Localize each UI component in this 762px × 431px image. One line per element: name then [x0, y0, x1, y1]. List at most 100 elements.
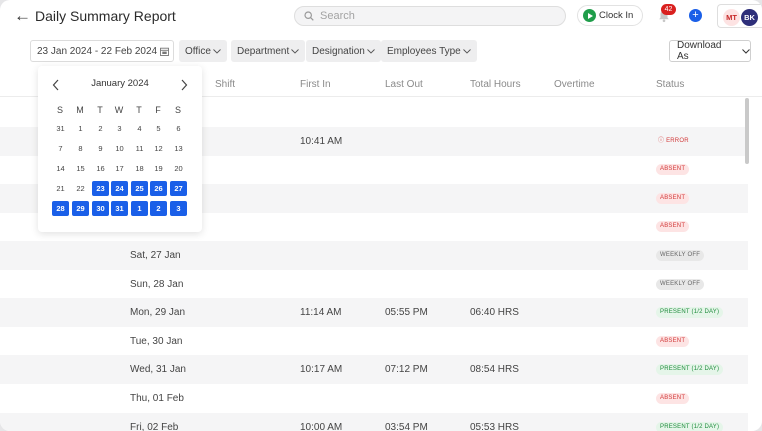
- chevron-down-icon: [366, 48, 375, 54]
- row-date: Sun, 28 Jan: [130, 278, 184, 290]
- calendar-day[interactable]: 29: [72, 201, 89, 216]
- calendar-day[interactable]: 7: [52, 141, 69, 156]
- chevron-down-icon: [213, 48, 221, 54]
- column-header-overtime[interactable]: Overtime: [554, 79, 595, 90]
- calendar-day[interactable]: 1: [72, 121, 89, 136]
- department-filter[interactable]: Department: [231, 40, 306, 62]
- calendar-day[interactable]: 14: [52, 161, 69, 176]
- avatar[interactable]: MT: [723, 9, 740, 26]
- weekday-label: T: [97, 105, 103, 115]
- row-total-hours: 06:40 HRS: [470, 307, 519, 319]
- row-first-in: 10:17 AM: [300, 364, 343, 376]
- calendar-day[interactable]: 2: [92, 121, 109, 136]
- calendar-day[interactable]: 27: [170, 181, 187, 196]
- status-badge: ABSENT: [656, 393, 690, 404]
- calendar-day[interactable]: 17: [111, 161, 128, 176]
- office-filter[interactable]: Office: [179, 40, 227, 62]
- date-range-picker[interactable]: 23 Jan 2024 - 22 Feb 2024: [30, 40, 174, 62]
- calendar-day[interactable]: 1: [131, 201, 148, 216]
- table-row[interactable]: Wed, 31 Jan 10:17 AM 07:12 PM 08:54 HRS PRES…: [0, 355, 748, 385]
- calendar-day[interactable]: 12: [150, 141, 167, 156]
- calendar-day[interactable]: 16: [92, 161, 109, 176]
- back-arrow-icon[interactable]: ←: [14, 6, 31, 26]
- clock-in-button[interactable]: Clock In: [577, 5, 643, 26]
- weekday-label: T: [136, 105, 142, 115]
- search-input[interactable]: [320, 10, 550, 22]
- calendar-icon: [160, 47, 170, 56]
- table-row[interactable]: Sun, 28 Jan WEEKLY OFF: [0, 270, 748, 299]
- column-header-total-hours[interactable]: Total Hours: [470, 79, 521, 90]
- calendar-day[interactable]: 15: [72, 161, 89, 176]
- table-row[interactable]: Tue, 30 Jan ABSENT: [0, 327, 748, 356]
- row-last-out: 03:54 PM: [385, 421, 428, 431]
- column-header-last-out[interactable]: Last Out: [385, 79, 423, 90]
- play-icon: [583, 9, 596, 22]
- calendar-day[interactable]: 19: [150, 161, 167, 176]
- calendar-day[interactable]: 21: [52, 181, 69, 196]
- row-date: Tue, 30 Jan: [130, 335, 183, 347]
- calendar-day[interactable]: 30: [92, 201, 109, 216]
- clock-in-label: Clock In: [599, 10, 634, 21]
- status-badge: WEEKLY OFF: [656, 250, 705, 261]
- employees-type-filter[interactable]: Employees Type: [381, 40, 477, 62]
- status-badge: PRESENT (1/2 DAY): [656, 421, 724, 431]
- calendar-day[interactable]: 25: [131, 181, 148, 196]
- calendar-day[interactable]: 22: [72, 181, 89, 196]
- employees-type-filter-label: Employees Type: [387, 45, 461, 57]
- table-row[interactable]: Thu, 01 Feb ABSENT: [0, 384, 748, 413]
- calendar-day[interactable]: 26: [150, 181, 167, 196]
- row-date: Sat, 27 Jan: [130, 250, 181, 261]
- status-badge: ABSENT: [656, 335, 690, 347]
- status-badge: ABSENT: [656, 192, 690, 204]
- calendar-day[interactable]: 10: [111, 141, 128, 156]
- office-filter-label: Office: [185, 45, 211, 57]
- avatar[interactable]: BK: [741, 9, 758, 26]
- table-row[interactable]: Mon, 29 Jan 11:14 AM 05:55 PM 06:40 HRS PRES…: [0, 298, 748, 328]
- table-row[interactable]: Sat, 27 Jan WEEKLY OFF: [0, 241, 748, 270]
- app-window: ← Daily Summary Report Clock In 42 + MT …: [0, 0, 762, 431]
- column-header-shift[interactable]: Shift: [215, 79, 235, 90]
- designation-filter-label: Designation: [312, 45, 365, 57]
- calendar-day[interactable]: 5: [150, 121, 167, 136]
- column-header-status[interactable]: Status: [656, 79, 684, 90]
- date-range-value: 23 Jan 2024 - 22 Feb 2024: [37, 45, 158, 57]
- weekday-label: W: [114, 105, 124, 115]
- calendar-day[interactable]: 20: [170, 161, 187, 176]
- calendar-day[interactable]: 3: [170, 201, 187, 216]
- row-date: Thu, 01 Feb: [130, 393, 184, 404]
- calendar-day[interactable]: 23: [92, 181, 109, 196]
- calendar-day[interactable]: 31: [111, 201, 128, 216]
- chevron-down-icon: [742, 48, 750, 54]
- user-avatars[interactable]: MT BK: [717, 4, 762, 28]
- calendar-day[interactable]: 2: [150, 201, 167, 216]
- status-badge: PRESENT (1/2 DAY): [656, 307, 724, 319]
- add-icon[interactable]: +: [689, 9, 702, 22]
- row-date: Fri, 02 Feb: [130, 421, 179, 431]
- chevron-right-icon[interactable]: [178, 78, 190, 92]
- calendar-day[interactable]: 31: [52, 121, 69, 136]
- calendar-header: January 2024: [38, 78, 202, 92]
- calendar-day[interactable]: 13: [170, 141, 187, 156]
- calendar-day[interactable]: 18: [131, 161, 148, 176]
- calendar-day[interactable]: 8: [72, 141, 89, 156]
- calendar-day[interactable]: 9: [92, 141, 109, 156]
- download-as-button[interactable]: Download As: [669, 40, 751, 62]
- row-first-in: 10:00 AM: [300, 421, 343, 431]
- search-box[interactable]: [294, 6, 566, 26]
- column-header-first-in[interactable]: First In: [300, 79, 331, 90]
- table-row[interactable]: Fri, 02 Feb 10:00 AM 03:54 PM 05:53 HRS PRES…: [0, 412, 748, 431]
- notification-count-badge: 42: [661, 4, 676, 15]
- row-total-hours: 05:53 HRS: [470, 421, 519, 431]
- calendar-day[interactable]: 6: [170, 121, 187, 136]
- calendar-day[interactable]: 3: [111, 121, 128, 136]
- designation-filter[interactable]: Designation: [306, 40, 381, 62]
- chevron-down-icon: [291, 48, 300, 54]
- scrollbar[interactable]: [745, 98, 749, 164]
- calendar-day[interactable]: 24: [111, 181, 128, 196]
- calendar-day[interactable]: 4: [131, 121, 148, 136]
- weekday-label: F: [155, 105, 161, 115]
- status-badge: ABSENT: [656, 221, 690, 233]
- calendar-day[interactable]: 11: [131, 141, 148, 156]
- status-badge: WEEKLY OFF: [656, 278, 705, 290]
- calendar-day[interactable]: 28: [52, 201, 69, 216]
